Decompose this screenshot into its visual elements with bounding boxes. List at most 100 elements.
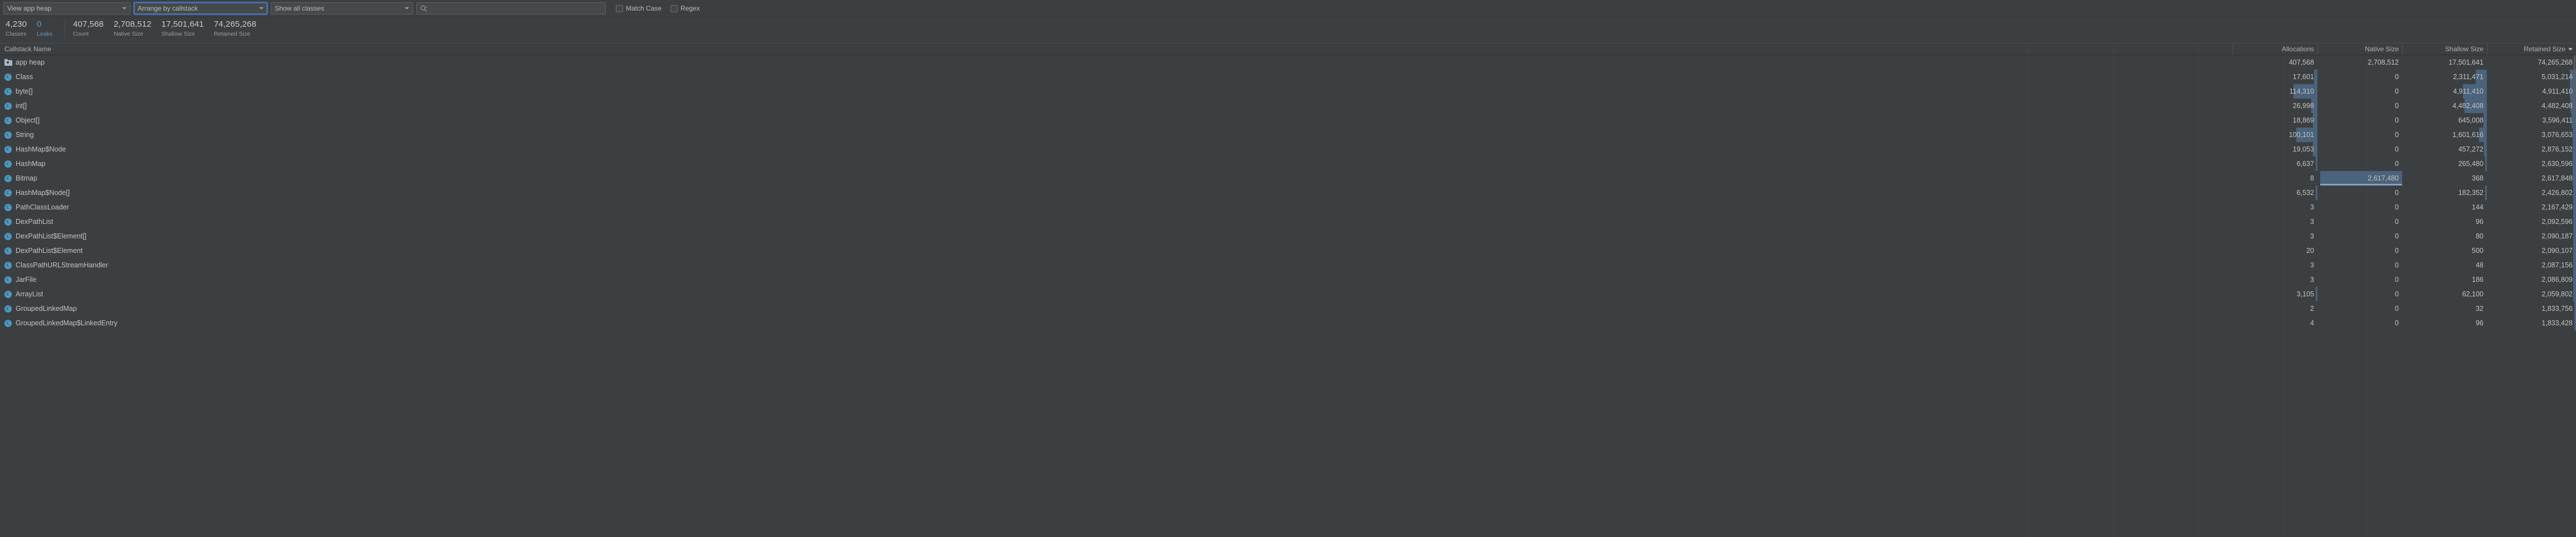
column-header-allocations[interactable]: Allocations [2233, 43, 2317, 55]
class-icon: C [4, 232, 12, 240]
cell-value: 6,532 [2296, 189, 2314, 197]
vertical-scrollbar[interactable] [2574, 55, 2576, 537]
scrollbar-thumb[interactable] [2574, 55, 2575, 116]
table-row[interactable]: Cint[] 26,998 0 4,482,408 4,482,408 [0, 99, 2576, 113]
cell-callstack-name[interactable]: C PathClassLoader [0, 200, 2233, 214]
table-row[interactable]: C GroupedLinkedMap$LinkedEntry 4 0 96 1,833,4… [0, 316, 2576, 330]
column-header-retained-size-label: Retained Size [2524, 45, 2565, 53]
cell-callstack-name[interactable]: Cbyte[] [0, 84, 2233, 99]
search-input[interactable] [430, 4, 602, 12]
column-header-native-size[interactable]: Native Size [2317, 43, 2402, 55]
column-header-shallow-size[interactable]: Shallow Size [2402, 43, 2487, 55]
cell-value: 0 [2395, 145, 2399, 153]
cell-callstack-name[interactable]: C JarFile [0, 272, 2233, 287]
table-row[interactable]: C JarFile 3 0 186 2,086,809 [0, 272, 2576, 287]
table-row[interactable]: C DexPathList 3 0 96 2,092,596 [0, 214, 2576, 229]
table-row[interactable]: C ArrayList 3,105 0 62,100 2,059,802 [0, 287, 2576, 301]
cell-value: 0 [2395, 160, 2399, 168]
cell-value: 0 [2395, 131, 2399, 139]
cell-retained-size: 3,076,653 [2487, 128, 2576, 142]
cell-callstack-name[interactable]: Cint[] [0, 99, 2233, 113]
table-header-row: Callstack Name Allocations Native Size S… [0, 43, 2576, 55]
cell-value: 100,101 [2288, 131, 2314, 139]
column-header-retained-size[interactable]: Retained Size [2487, 43, 2576, 55]
class-icon: C [4, 261, 12, 269]
cell-shallow-size: 182,352 [2402, 185, 2487, 200]
class-icon: C [4, 174, 12, 182]
cell-retained-size: 2,090,107 [2487, 243, 2576, 258]
cell-retained-size: 2,426,802 [2487, 185, 2576, 200]
row-label: HashMap$Node[] [16, 189, 70, 197]
table-row[interactable]: Cbyte[] 114,310 0 4,911,410 4,911,410 [0, 84, 2576, 99]
table-row[interactable]: C PathClassLoader 3 0 144 2,167,429 [0, 200, 2576, 214]
table-row[interactable]: C Class 17,601 0 2,311,471 5,031,214 [0, 70, 2576, 84]
table-row[interactable]: C Bitmap 8 2,617,480 368 2,617,848 [0, 171, 2576, 185]
cell-allocations: 407,568 [2233, 55, 2317, 70]
cell-callstack-name[interactable]: C HashMap$Node[] [0, 185, 2233, 200]
cell-shallow-size: 265,480 [2402, 157, 2487, 171]
cell-native-size: 0 [2317, 316, 2402, 330]
cell-allocations: 8 [2233, 171, 2317, 185]
table-row[interactable]: C String 100,101 0 1,601,616 3,076,653 [0, 128, 2576, 142]
cell-shallow-size: 4,911,410 [2402, 84, 2487, 99]
stat-label: Count [73, 31, 89, 37]
match-case-checkbox[interactable]: Match Case [616, 4, 662, 12]
cell-value: 0 [2395, 319, 2399, 327]
cell-native-size: 0 [2317, 214, 2402, 229]
row-label: GroupedLinkedMap [16, 305, 77, 313]
checkbox-box[interactable] [670, 4, 678, 12]
match-case-label: Match Case [626, 4, 662, 12]
stat-shallow-size: 17,501,641 Shallow Size [162, 19, 214, 38]
cell-shallow-size: 457,272 [2402, 142, 2487, 157]
cell-retained-size: 4,482,408 [2487, 99, 2576, 113]
column-header-callstack-name[interactable]: Callstack Name [0, 43, 2233, 55]
cell-value: 2,708,512 [2368, 58, 2399, 66]
cell-callstack-name[interactable]: C String [0, 128, 2233, 142]
arrange-by-dropdown[interactable]: Arrange by callstack [133, 2, 268, 15]
cell-value: 19,053 [2292, 145, 2314, 153]
cell-allocations: 19,053 [2233, 142, 2317, 157]
cell-callstack-name[interactable]: C GroupedLinkedMap [0, 301, 2233, 316]
cell-callstack-name[interactable]: C ArrayList [0, 287, 2233, 301]
stat-leaks[interactable]: 0 Leaks [37, 19, 62, 38]
cell-value: 2,059,802 [2541, 290, 2573, 298]
table-row[interactable]: C GroupedLinkedMap 2 0 32 1,833,756 [0, 301, 2576, 316]
cell-callstack-name[interactable]: app heap [0, 55, 2233, 70]
cell-callstack-name[interactable]: C Object[] [0, 113, 2233, 128]
chevron-down-icon [259, 7, 264, 9]
cell-callstack-name[interactable]: C ClassPathURLStreamHandler [0, 258, 2233, 272]
regex-checkbox[interactable]: Regex [670, 4, 700, 12]
cell-value: 1,601,616 [2452, 131, 2483, 139]
class-filter-dropdown[interactable]: Show all classes [271, 2, 413, 14]
cell-native-size: 0 [2317, 157, 2402, 171]
cell-value: 18,869 [2292, 116, 2314, 124]
table-row[interactable]: C Object[] 18,869 0 645,008 3,596,411 [0, 113, 2576, 128]
cell-callstack-name[interactable]: C HashMap [0, 157, 2233, 171]
cell-callstack-name[interactable]: C Class [0, 70, 2233, 84]
cell-callstack-name[interactable]: C GroupedLinkedMap$LinkedEntry [0, 316, 2233, 330]
cell-callstack-name[interactable]: C DexPathList$Element [0, 243, 2233, 258]
cell-callstack-name[interactable]: C HashMap$Node [0, 142, 2233, 157]
cell-callstack-name[interactable]: C DexPathList [0, 214, 2233, 229]
stat-label: Classes [6, 31, 27, 37]
table-row[interactable]: C HashMap$Node[] 6,532 0 182,352 2,426,802 [0, 185, 2576, 200]
table-row[interactable]: app heap 407,568 2,708,512 17,501,641 74,265… [0, 55, 2576, 70]
cell-value: 0 [2395, 276, 2399, 284]
cell-value: 3 [2310, 218, 2314, 226]
cell-value: 144 [2472, 203, 2483, 211]
cell-callstack-name[interactable]: C Bitmap [0, 171, 2233, 185]
cell-native-size: 0 [2317, 113, 2402, 128]
checkbox-box[interactable] [616, 4, 623, 12]
table-row[interactable]: C DexPathList$Element[] 3 0 80 2,090,187 [0, 229, 2576, 243]
table-row[interactable]: C ClassPathURLStreamHandler 3 0 48 2,087,156 [0, 258, 2576, 272]
cell-callstack-name[interactable]: C DexPathList$Element[] [0, 229, 2233, 243]
cell-value: 48 [2476, 261, 2483, 269]
table-row[interactable]: C HashMap$Node 19,053 0 457,272 2,876,152 [0, 142, 2576, 157]
table-row[interactable]: C HashMap 6,637 0 265,480 2,630,596 [0, 157, 2576, 171]
row-label: DexPathList [16, 218, 54, 226]
cell-value: 500 [2472, 247, 2483, 255]
search-box[interactable] [416, 2, 606, 14]
heap-selector-dropdown[interactable]: View app heap [3, 2, 130, 14]
cell-value: 6,637 [2296, 160, 2314, 168]
table-row[interactable]: C DexPathList$Element 20 0 500 2,090,107 [0, 243, 2576, 258]
